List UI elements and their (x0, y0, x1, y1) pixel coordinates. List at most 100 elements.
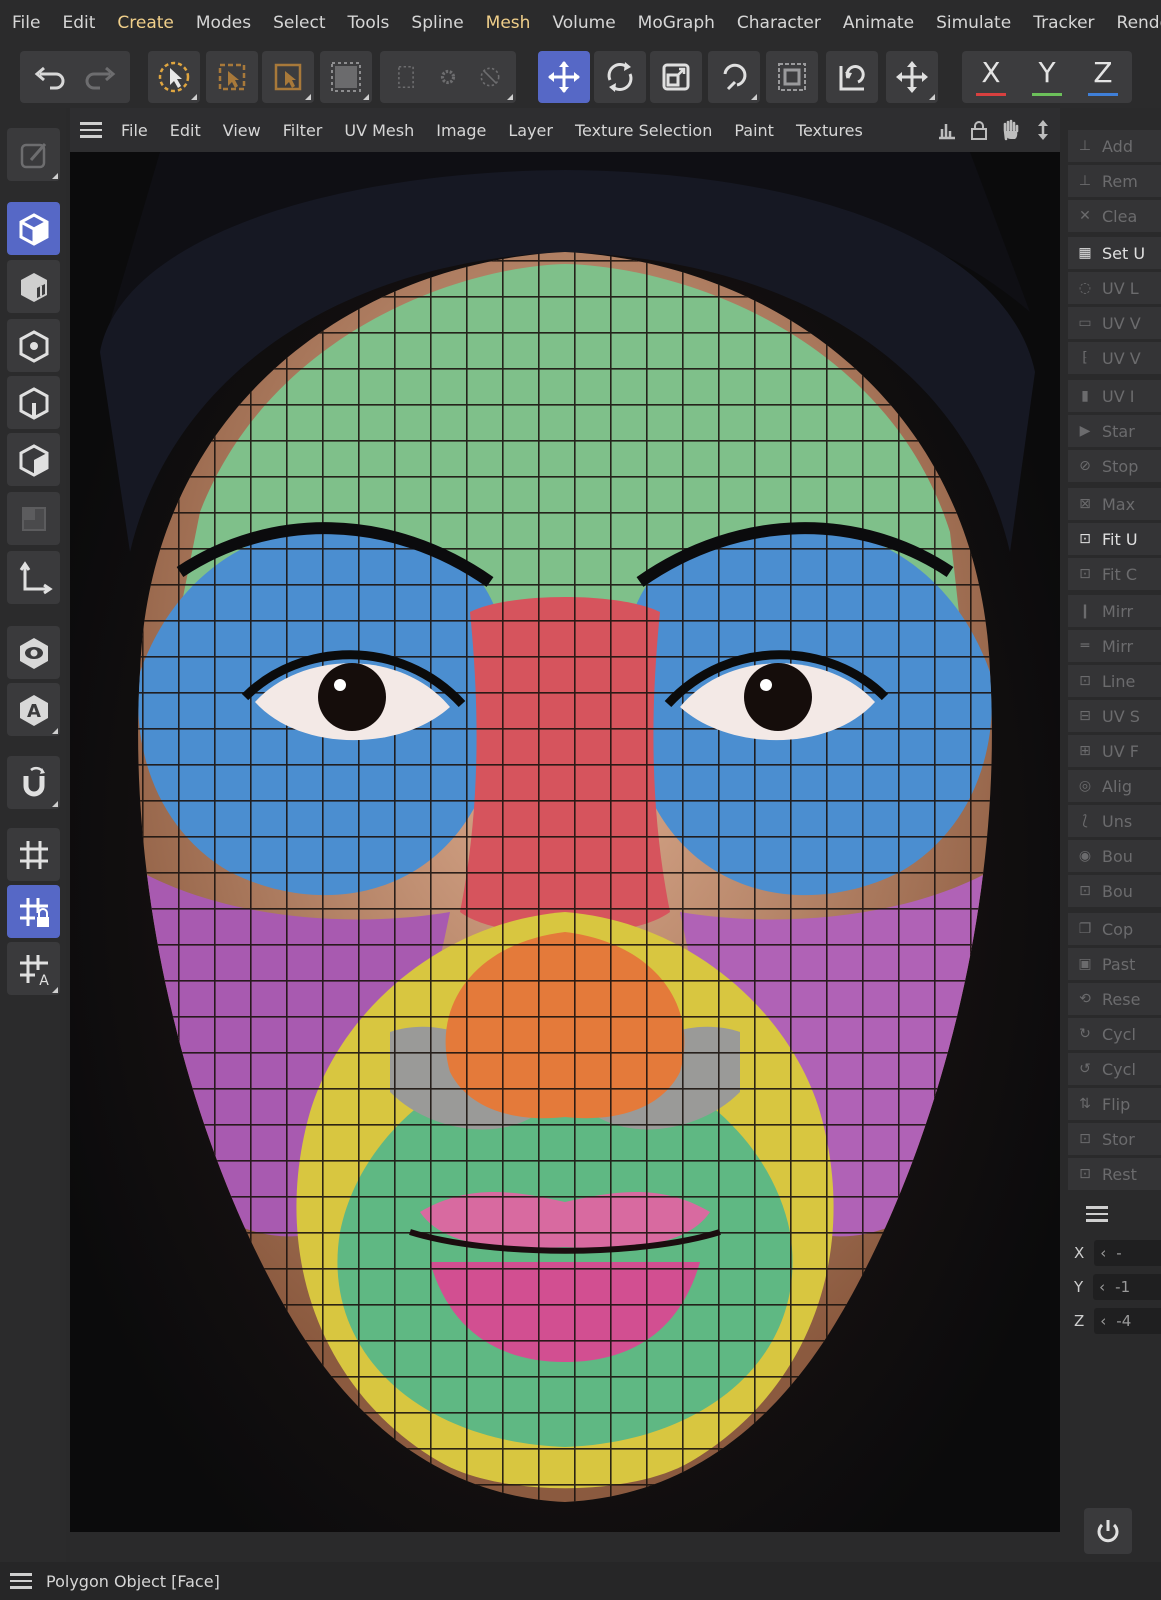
uv-tool-uv-v2[interactable]: ⁅ UV V (1068, 342, 1161, 374)
edge-mode-icon[interactable] (7, 376, 60, 429)
uv-tool-line[interactable]: ⊡ Line (1068, 665, 1161, 697)
uv-tool-reset[interactable]: ⟲ Rese (1068, 983, 1161, 1015)
uv-tool-flip[interactable]: ⇅ Flip (1068, 1088, 1161, 1120)
uv-panel-menu-icon[interactable] (80, 122, 102, 138)
scale-icon[interactable] (650, 51, 702, 103)
uv-tool-fit-uv[interactable]: ⊡ Fit U (1068, 523, 1161, 555)
uv-menu-file[interactable]: File (110, 121, 159, 140)
uv-tool-stop[interactable]: ⊘ Stop (1068, 450, 1161, 482)
uv-tool-cycle-1[interactable]: ↻ Cycl (1068, 1018, 1161, 1050)
menu-animate[interactable]: Animate (832, 13, 925, 33)
edit-icon[interactable] (7, 128, 60, 181)
uv-tool-uv-s[interactable]: ⊟ UV S (1068, 700, 1161, 732)
uv-tool-restore[interactable]: ⊡ Rest (1068, 1158, 1161, 1190)
loop-select-icon[interactable] (385, 62, 427, 92)
uv-tool-align[interactable]: ◎ Alig (1068, 770, 1161, 802)
uv-menu-uv-mesh[interactable]: UV Mesh (333, 121, 425, 140)
chevron-left-icon[interactable]: ‹ (1100, 1244, 1106, 1262)
uv-tool-uv-f[interactable]: ⊞ UV F (1068, 735, 1161, 767)
uv-tool-set[interactable]: ▦ Set U (1068, 237, 1161, 269)
uv-tool-remove[interactable]: ⊥ Rem (1068, 165, 1161, 197)
menu-spline[interactable]: Spline (400, 13, 474, 33)
lock-icon[interactable] (968, 119, 990, 141)
coord-x-field[interactable]: ‹ - (1094, 1240, 1161, 1266)
uv-tool-mirror-1[interactable]: ❙ Mirr (1068, 595, 1161, 627)
move-icon[interactable] (538, 51, 590, 103)
uv-tool-boundary-2[interactable]: ⊡ Bou (1068, 875, 1161, 907)
rectangle-select-icon[interactable] (206, 51, 258, 103)
menu-modes[interactable]: Modes (185, 13, 262, 33)
transform-icon[interactable] (708, 51, 760, 103)
histogram-icon[interactable] (936, 119, 958, 141)
menu-edit[interactable]: Edit (51, 13, 106, 33)
axis-icon[interactable] (826, 51, 878, 103)
coord-z-field[interactable]: ‹ -4 (1094, 1308, 1161, 1334)
uv-tool-uv-l[interactable]: ◌ UV L (1068, 272, 1161, 304)
power-button[interactable] (1084, 1508, 1132, 1554)
lasso-select-icon[interactable] (262, 51, 314, 103)
uv-tool-uv-i[interactable]: ▮ UV I (1068, 380, 1161, 412)
hand-pan-icon[interactable] (1000, 119, 1022, 141)
uv-tool-cycle-2[interactable]: ↺ Cycl (1068, 1053, 1161, 1085)
uv-tool-fit-c[interactable]: ⊡ Fit C (1068, 558, 1161, 590)
uv-tool-unstitch[interactable]: ⟅ Uns (1068, 805, 1161, 837)
uv-tool-store[interactable]: ⊡ Stor (1068, 1123, 1161, 1155)
uv-viewport[interactable] (70, 152, 1060, 1532)
polygon-mode-icon[interactable] (7, 433, 60, 486)
chevron-left-icon[interactable]: ‹ (1100, 1312, 1106, 1330)
coord-y-field[interactable]: ‹ -1 (1093, 1274, 1161, 1300)
axis-x-lock[interactable]: X (963, 58, 1019, 96)
uv-tool-max[interactable]: ⊠ Max (1068, 488, 1161, 520)
menu-mograph[interactable]: MoGraph (627, 13, 726, 33)
status-menu-icon[interactable] (10, 1573, 32, 1589)
redo-icon[interactable] (75, 58, 127, 96)
snap-icon[interactable] (7, 828, 60, 881)
menu-create[interactable]: Create (106, 13, 185, 33)
uv-tool-paste[interactable]: ▣ Past (1068, 948, 1161, 980)
uv-menu-textures[interactable]: Textures (785, 121, 874, 140)
snap-lock-icon[interactable] (7, 885, 60, 938)
magnet-icon[interactable] (7, 756, 60, 809)
menu-tools[interactable]: Tools (337, 13, 401, 33)
menu-simulate[interactable]: Simulate (925, 13, 1022, 33)
point-mode-icon[interactable] (7, 319, 60, 372)
chevron-left-icon[interactable]: ‹ (1099, 1278, 1105, 1296)
axis-z-lock[interactable]: Z (1075, 58, 1131, 96)
uv-menu-layer[interactable]: Layer (497, 121, 564, 140)
zoom-arrows-icon[interactable] (1032, 119, 1054, 141)
uv-menu-edit[interactable]: Edit (159, 121, 212, 140)
menu-file[interactable]: File (0, 13, 51, 33)
menu-select[interactable]: Select (262, 13, 336, 33)
menu-volume[interactable]: Volume (541, 13, 626, 33)
solo-icon[interactable] (7, 626, 60, 679)
uv-tool-boundary-1[interactable]: ◉ Bou (1068, 840, 1161, 872)
menu-render[interactable]: Render (1106, 13, 1161, 33)
uv-tool-uv-v1[interactable]: ▭ UV V (1068, 307, 1161, 339)
coordinate-system-icon[interactable] (766, 51, 818, 103)
texture-mode-icon[interactable] (7, 260, 60, 313)
settings-select-icon[interactable] (427, 62, 469, 92)
uv-menu-paint[interactable]: Paint (723, 121, 785, 140)
menu-character[interactable]: Character (726, 13, 832, 33)
axis-mode-icon[interactable] (7, 551, 60, 604)
undo-icon[interactable] (23, 58, 75, 96)
menu-tracker[interactable]: Tracker (1022, 13, 1105, 33)
live-selection-icon[interactable] (148, 51, 200, 103)
uv-menu-view[interactable]: View (212, 121, 272, 140)
exclude-icon[interactable] (469, 62, 511, 92)
snap-auto-icon[interactable]: A (7, 942, 60, 995)
uv-mode-icon[interactable] (7, 492, 60, 545)
uv-tool-mirror-2[interactable]: ═ Mirr (1068, 630, 1161, 662)
coords-menu-icon[interactable] (1086, 1206, 1108, 1222)
menu-mesh[interactable]: Mesh (475, 13, 542, 33)
axis-modifier-icon[interactable] (886, 51, 938, 103)
auto-icon[interactable]: A (7, 683, 60, 736)
axis-y-lock[interactable]: Y (1019, 58, 1075, 96)
uv-tool-copy[interactable]: ❐ Cop (1068, 913, 1161, 945)
rotate-icon[interactable] (594, 51, 646, 103)
uv-tool-clear[interactable]: ✕ Clea (1068, 200, 1161, 232)
model-mode-icon[interactable] (7, 202, 60, 255)
polygon-select-icon[interactable] (320, 51, 372, 103)
uv-menu-image[interactable]: Image (425, 121, 497, 140)
uv-tool-start[interactable]: ▶ Star (1068, 415, 1161, 447)
